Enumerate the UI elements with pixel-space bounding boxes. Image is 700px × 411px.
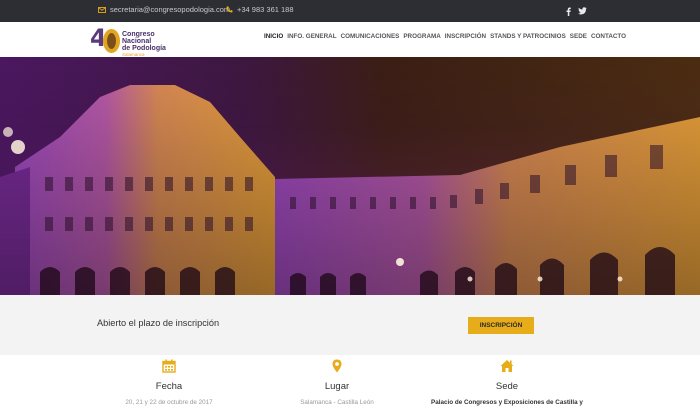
nav-contacto[interactable]: Contacto xyxy=(591,33,626,40)
contact-phone[interactable]: +34 983 361 188 xyxy=(226,5,294,14)
inscripcion-button[interactable]: Inscripción xyxy=(468,317,534,334)
site-header: 4 Congreso Nacional de Podología Salaman… xyxy=(0,22,700,57)
contact-email-text: secretaria@congresopodologia.com xyxy=(110,5,231,14)
envelope-icon xyxy=(98,6,106,13)
home-icon xyxy=(500,360,514,372)
registration-banner: Abierto el plazo de inscripción Inscripc… xyxy=(0,295,700,355)
nav-stands[interactable]: Stands y patrocinios xyxy=(490,33,566,40)
logo-line-3: de Podología xyxy=(122,45,166,52)
top-contact-bar: secretaria@congresopodologia.com +34 983… xyxy=(0,0,700,22)
phone-icon xyxy=(226,6,233,13)
info-sede-detail: Palacio de Congresos y Exposiciones de C… xyxy=(431,399,583,406)
logo-zero-emblem xyxy=(103,29,120,53)
nav-inicio[interactable]: Inicio xyxy=(264,33,283,40)
map-pin-icon xyxy=(332,359,342,373)
info-sede-title: Sede xyxy=(495,381,519,392)
twitter-icon[interactable] xyxy=(577,6,587,16)
registration-message: Abierto el plazo de inscripción xyxy=(97,318,220,328)
contact-phone-text: +34 983 361 188 xyxy=(237,5,294,14)
nav-inscripcion[interactable]: Inscripción xyxy=(445,33,486,40)
hero-image-plaza-mayor xyxy=(0,57,700,295)
contact-email[interactable]: secretaria@congresopodologia.com xyxy=(98,5,230,14)
calendar-icon xyxy=(162,359,176,373)
nav-programa[interactable]: Programa xyxy=(403,33,440,40)
congress-logo[interactable]: 4 Congreso Nacional de Podología Salaman… xyxy=(90,24,190,57)
plaza-illustration xyxy=(0,57,700,295)
facebook-icon[interactable] xyxy=(563,6,573,16)
logo-line-2: Nacional xyxy=(122,38,152,45)
nav-sede[interactable]: Sede xyxy=(570,33,587,40)
info-sede: Sede Palacio de Congresos y Exposiciones… xyxy=(407,355,607,411)
nav-comunicaciones[interactable]: Comunicaciones xyxy=(341,33,400,40)
nav-info-general[interactable]: Info. General xyxy=(287,33,336,40)
logo-line-1: Congreso xyxy=(122,31,155,38)
main-nav: Inicio Info. General Comunicaciones Prog… xyxy=(264,33,626,40)
